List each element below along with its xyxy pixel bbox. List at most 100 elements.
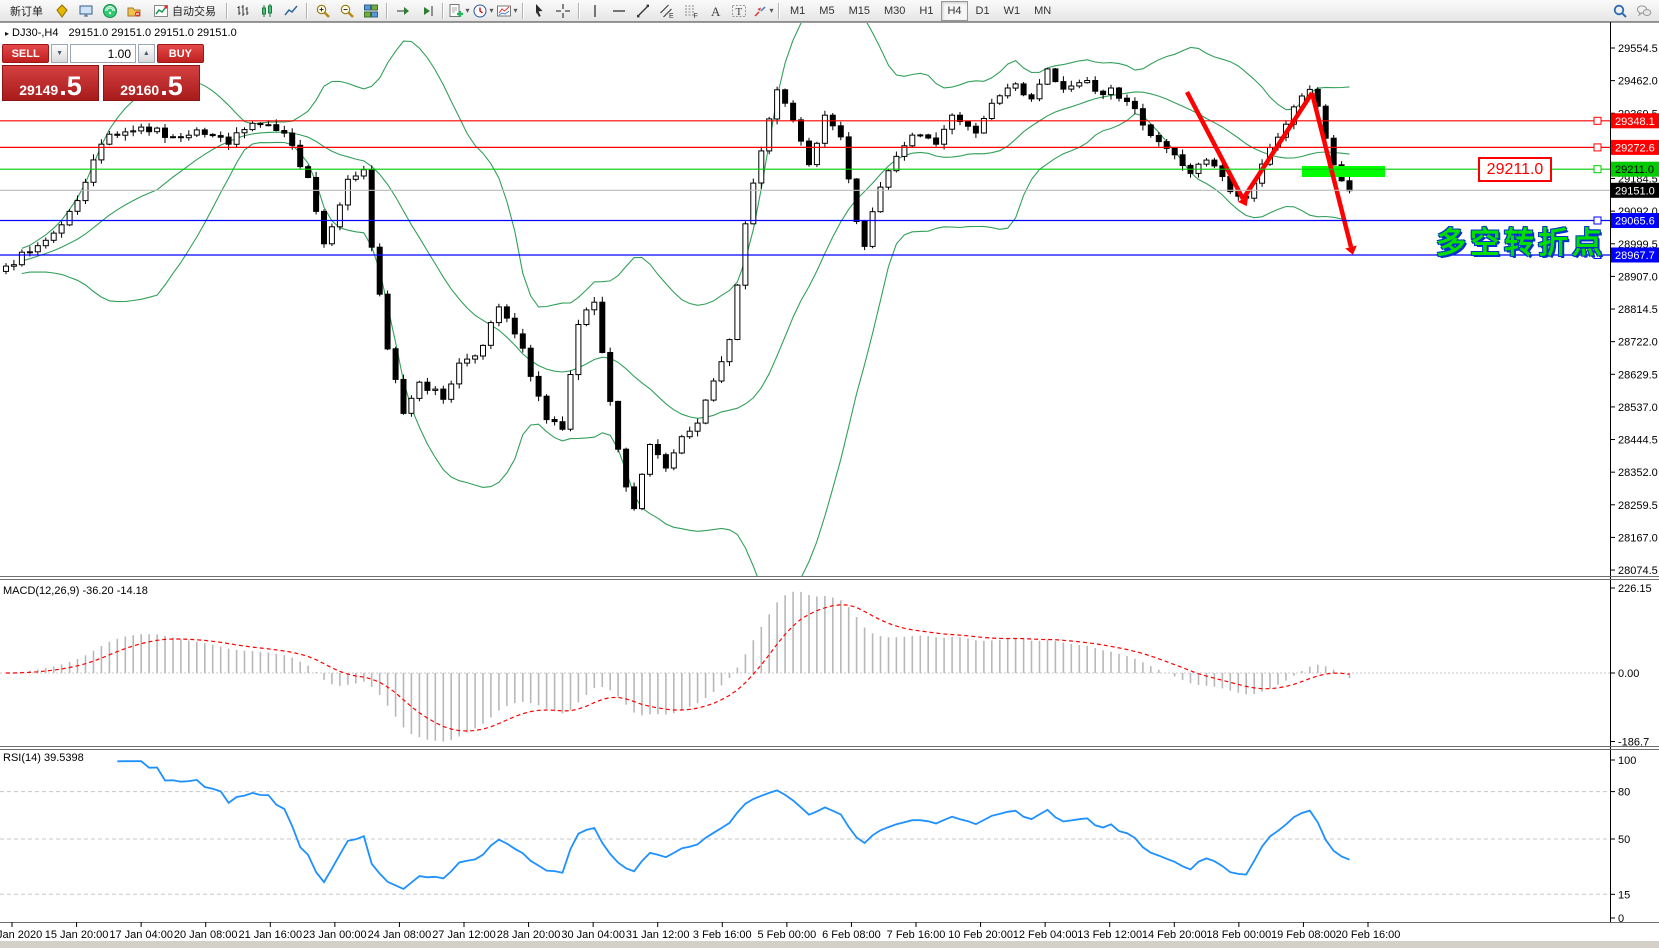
lot-size-input[interactable] (70, 44, 136, 63)
chart-canvas[interactable]: 29554.529462.029369.529277.029184.529092… (0, 0, 1659, 948)
lot-increase-button[interactable]: ▲ (138, 44, 155, 63)
crosshair-icon[interactable] (551, 0, 575, 22)
dropdown-caret-icon[interactable]: ▾ (465, 6, 469, 15)
bottom-strip (0, 941, 1659, 948)
chat-icon[interactable] (1632, 0, 1656, 22)
horizontal-line-icon[interactable] (607, 0, 631, 22)
trend-arrow-segment (1243, 93, 1312, 199)
sell-price-display[interactable]: 29149 .5 (2, 65, 99, 101)
svg-text:29211.0: 29211.0 (1615, 164, 1654, 176)
timeframe-button-d1[interactable]: D1 (970, 1, 996, 21)
svg-text:24 Jan 08:00: 24 Jan 08:00 (368, 929, 432, 941)
timeframe-button-h4[interactable]: H4 (941, 1, 967, 21)
svg-text:A: A (711, 4, 721, 19)
svg-text:17 Jan 04:00: 17 Jan 04:00 (109, 929, 173, 941)
timeframe-button-m30[interactable]: M30 (878, 1, 911, 21)
svg-text:20 Feb 16:00: 20 Feb 16:00 (1336, 929, 1401, 941)
toolbar-separator (306, 3, 308, 19)
text-label-icon[interactable]: T (727, 0, 751, 22)
search-icon[interactable] (1608, 0, 1632, 22)
timeframe-button-m15[interactable]: M15 (843, 1, 876, 21)
svg-text:E: E (669, 13, 674, 19)
svg-text:18 Feb 00:00: 18 Feb 00:00 (1206, 929, 1271, 941)
svg-text:28967.7: 28967.7 (1615, 250, 1655, 262)
svg-text:-186.7: -186.7 (1618, 737, 1649, 749)
dropdown-caret-icon[interactable]: ▾ (513, 6, 517, 15)
text-icon[interactable]: A (703, 0, 727, 22)
macd-pane (0, 592, 1610, 742)
svg-text:28907.0: 28907.0 (1618, 271, 1658, 283)
sell-button[interactable]: SELL (2, 44, 49, 63)
sell-price-int: 29149 (19, 82, 58, 98)
toolbar-separator (442, 3, 444, 19)
buy-price-display[interactable]: 29160 .5 (103, 65, 200, 101)
equidistant-channel-icon[interactable]: E (655, 0, 679, 22)
dropdown-caret-icon[interactable]: ▾ (769, 6, 773, 15)
svg-text:28352.0: 28352.0 (1618, 467, 1658, 479)
market-watch-icon[interactable] (50, 0, 74, 22)
timeframe-button-h1[interactable]: H1 (913, 1, 939, 21)
zoom-out-icon[interactable] (335, 0, 359, 22)
hline-handle (1594, 166, 1601, 173)
svg-text:27 Jan 12:00: 27 Jan 12:00 (432, 929, 496, 941)
candlestick-chart-icon[interactable] (255, 0, 279, 22)
history-center-icon[interactable] (122, 0, 146, 22)
new-order-button[interactable]: 新订单 (3, 0, 50, 22)
autotrading-button[interactable]: 自动交易 (146, 0, 223, 22)
macd-signal-line (6, 605, 1350, 731)
svg-text:19 Feb 08:00: 19 Feb 08:00 (1271, 929, 1336, 941)
bar-chart-icon[interactable] (231, 0, 255, 22)
rsi-pane (0, 761, 1610, 894)
svg-text:23 Jan 00:00: 23 Jan 00:00 (303, 929, 367, 941)
fibonacci-icon[interactable]: F (679, 0, 703, 22)
lot-decrease-button[interactable]: ▼ (51, 44, 68, 63)
svg-text:F: F (694, 13, 698, 19)
timeframe-button-w1[interactable]: W1 (998, 1, 1027, 21)
svg-text:14 Feb 20:00: 14 Feb 20:00 (1142, 929, 1207, 941)
svg-text:50: 50 (1618, 834, 1630, 846)
signals-icon[interactable] (98, 0, 122, 22)
chart-quotes: 29151.0 29151.0 29151.0 29151.0 (68, 27, 236, 39)
chart-title-bar: ▸DJ30-,H429151.0 29151.0 29151.0 29151.0 (5, 27, 237, 39)
buy-price-int: 29160 (120, 82, 159, 98)
svg-text:12 Feb 04:00: 12 Feb 04:00 (1013, 929, 1078, 941)
hline-handle (1594, 144, 1601, 151)
data-window-icon[interactable] (74, 0, 98, 22)
timeframe-button-m5[interactable]: M5 (813, 1, 840, 21)
tile-windows-icon[interactable] (359, 0, 383, 22)
sell-price-dec: .5 (59, 74, 82, 98)
svg-text:30 Jan 04:00: 30 Jan 04:00 (561, 929, 625, 941)
trend-arrow-segment (1187, 92, 1243, 199)
buy-button[interactable]: BUY (157, 44, 204, 63)
toolbar-separator (578, 3, 580, 19)
periods-icon[interactable]: ▾ (471, 0, 495, 22)
chart-shift-icon[interactable] (415, 0, 439, 22)
svg-text:20 Jan 08:00: 20 Jan 08:00 (174, 929, 238, 941)
vertical-line-icon[interactable] (583, 0, 607, 22)
svg-text:0: 0 (1618, 913, 1624, 925)
svg-text:28629.5: 28629.5 (1618, 369, 1658, 381)
arrows-icon[interactable]: ▾ (751, 0, 775, 22)
svg-text:28167.0: 28167.0 (1618, 532, 1658, 544)
rsi-indicator-label: RSI(14) 39.5398 (3, 752, 84, 764)
timeframe-button-m1[interactable]: M1 (784, 1, 811, 21)
auto-scroll-icon[interactable] (391, 0, 415, 22)
svg-text:29151.0: 29151.0 (1615, 185, 1655, 197)
templates-icon[interactable]: ▾ (495, 0, 519, 22)
timeframe-button-mn[interactable]: MN (1028, 1, 1057, 21)
zoom-in-icon[interactable] (311, 0, 335, 22)
svg-text:6 Feb 08:00: 6 Feb 08:00 (822, 929, 881, 941)
svg-text:29462.0: 29462.0 (1618, 76, 1658, 88)
svg-text:80: 80 (1618, 787, 1630, 799)
svg-text:29272.6: 29272.6 (1615, 142, 1655, 154)
macd-indicator-label: MACD(12,26,9) -36.20 -14.18 (3, 585, 148, 597)
svg-text:0.00: 0.00 (1618, 668, 1639, 680)
dropdown-caret-icon[interactable]: ▾ (489, 6, 493, 15)
cursor-icon[interactable] (527, 0, 551, 22)
trendline-icon[interactable] (631, 0, 655, 22)
svg-text:15: 15 (1618, 889, 1630, 901)
line-chart-icon[interactable] (279, 0, 303, 22)
indicators-icon[interactable]: ▾ (447, 0, 471, 22)
toolbar-separator (226, 3, 228, 19)
svg-text:10 Feb 20:00: 10 Feb 20:00 (948, 929, 1013, 941)
